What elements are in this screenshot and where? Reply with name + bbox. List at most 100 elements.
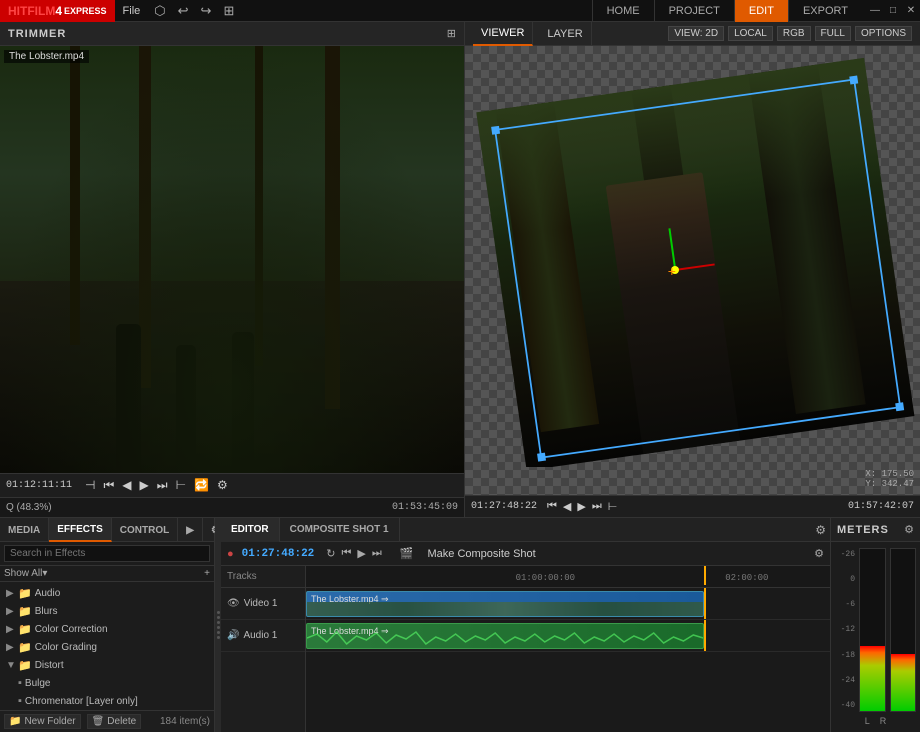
menu-icon1[interactable]: ⬡: [148, 0, 171, 22]
effects-add-icon[interactable]: +: [204, 568, 210, 579]
viewer-to-end-btn[interactable]: ⊢: [606, 499, 620, 514]
timeline-tracks-container: Tracks 👁 Video 1 🔊 Audio 1: [221, 566, 830, 732]
editor-settings-icon[interactable]: ⚙: [815, 523, 826, 537]
viewer-time-right: 01:57:42:07: [848, 501, 914, 512]
tree-item-blurs[interactable]: ▶ 📁 Blurs: [0, 602, 214, 620]
tl-settings-icon[interactable]: ⚙: [812, 547, 826, 560]
tab-media[interactable]: MEDIA: [0, 518, 49, 542]
tracks-header-label: Tracks: [221, 566, 305, 588]
local-control[interactable]: LOCAL: [728, 26, 773, 41]
view-2d-control[interactable]: VIEW: 2D: [668, 26, 724, 41]
drag-dot-3: [217, 621, 220, 624]
effects-tabs-bar: MEDIA EFFECTS CONTROL ▶ ⚙: [0, 518, 214, 542]
tree-item-color-grading[interactable]: ▶ 📁 Color Grading: [0, 638, 214, 656]
close-button[interactable]: ✕: [902, 2, 920, 20]
make-composite-label[interactable]: Make Composite Shot: [427, 548, 535, 560]
tab-effects[interactable]: EFFECTS: [49, 518, 112, 542]
track-labels-column: Tracks 👁 Video 1 🔊 Audio 1: [221, 566, 306, 732]
video-track-label: 👁 Video 1: [221, 588, 305, 620]
tab-control[interactable]: CONTROL: [112, 518, 178, 542]
loop-btn[interactable]: 🔁: [191, 478, 212, 493]
maximize-button[interactable]: □: [884, 2, 902, 20]
new-folder-label: New Folder: [24, 716, 75, 727]
viewer-prev-btn[interactable]: ◀: [561, 499, 573, 514]
meters-header-bar: METERS ⚙: [831, 518, 920, 542]
menu-file[interactable]: File: [115, 0, 149, 22]
menu-undo[interactable]: ↩: [172, 0, 195, 22]
viewer-tab-viewer[interactable]: VIEWER: [473, 22, 533, 46]
menu-grid[interactable]: ⊞: [217, 0, 240, 22]
drag-dot-5: [217, 631, 220, 634]
trimmer-header: TRIMMER ⊞: [0, 22, 464, 46]
tab-expand[interactable]: ▶: [178, 518, 203, 542]
trimmer-controls-bar: 01:12:11:11 ⊣ ⏮ ◀ ▶ ⏭ ⊢ 🔁 ⚙: [0, 473, 464, 497]
tree-item-audio[interactable]: ▶ 📁 Audio: [0, 584, 214, 602]
effects-footer: 📁 New Folder 🗑 Delete 184 item(s): [0, 710, 214, 732]
viewer-next-btn[interactable]: ⏭: [590, 499, 604, 514]
audio-speaker-icon[interactable]: 🔊: [227, 630, 239, 641]
options-control[interactable]: OPTIONS: [855, 26, 912, 41]
tree-item-bulge[interactable]: ▪ Bulge: [0, 674, 214, 692]
new-folder-button[interactable]: 📁 New Folder: [4, 714, 81, 729]
tl-next-btn[interactable]: ⏭: [370, 547, 384, 560]
tl-loop-icon[interactable]: ↻: [324, 547, 337, 560]
main-area: TRIMMER ⊞ The Lobst: [0, 22, 920, 517]
drag-dot-1: [217, 611, 220, 614]
trimmer-time-right: 01:53:45:09: [392, 502, 458, 513]
effects-filter-dropdown[interactable]: ▾: [42, 568, 47, 579]
effects-filter-label: Show All: [4, 568, 42, 579]
tab-editor[interactable]: EDITOR: [221, 518, 280, 542]
meters-content-area: -26 0 -6 -12 -18 -24 -40 L: [831, 542, 920, 732]
trim-to-out-btn[interactable]: ⊢: [173, 478, 189, 493]
meters-settings-icon[interactable]: ⚙: [904, 523, 914, 536]
meter-lr-labels: L R: [835, 714, 916, 728]
nav-tab-home[interactable]: HOME: [592, 0, 654, 22]
tree-item-distort[interactable]: ▼ 📁 Distort: [0, 656, 214, 674]
rgb-control[interactable]: RGB: [777, 26, 811, 41]
folder-blurs-icon: 📁: [18, 605, 32, 618]
record-btn[interactable]: ●: [225, 548, 236, 560]
viewer-tab-layer[interactable]: LAYER: [539, 22, 591, 46]
full-control[interactable]: FULL: [815, 26, 851, 41]
trimmer-panel: TRIMMER ⊞ The Lobst: [0, 22, 465, 517]
nav-tab-edit[interactable]: EDIT: [734, 0, 788, 22]
tree-item-color-correction[interactable]: ▶ 📁 Color Correction: [0, 620, 214, 638]
trimmer-expand-icon[interactable]: ⊞: [447, 27, 456, 40]
audio-track-row: The Lobster.mp4 ⇒: [306, 620, 830, 652]
nav-tab-project[interactable]: PROJECT: [654, 0, 734, 22]
meters-title-label: METERS: [837, 524, 889, 536]
tab-composite-shot[interactable]: COMPOSITE SHOT 1: [280, 518, 400, 542]
menu-items: File ⬡ ↩ ↪ ⊞: [115, 0, 241, 22]
tl-prev-btn[interactable]: ⏮: [340, 547, 354, 560]
nav-tabs: HOME PROJECT EDIT EXPORT: [592, 0, 862, 22]
play-btn[interactable]: ▶: [137, 478, 152, 493]
tl-composite-icon[interactable]: 🎬: [398, 547, 416, 560]
audio-clip-1[interactable]: The Lobster.mp4 ⇒: [306, 623, 704, 649]
video-playhead: [704, 588, 706, 619]
viewer-play-btn[interactable]: ▶: [575, 499, 587, 514]
folder-distort-icon: 📁: [18, 659, 32, 672]
video-eye-icon[interactable]: 👁: [227, 598, 240, 609]
meter-level-l: [860, 646, 885, 711]
minimize-button[interactable]: —: [866, 2, 884, 20]
prev-frame-btn[interactable]: ⏮: [100, 478, 117, 493]
settings-btn[interactable]: ⚙: [214, 478, 231, 493]
meter-bar-l: [859, 548, 886, 712]
viewer-to-start-btn[interactable]: ⏮: [545, 499, 559, 514]
drag-dot-4: [217, 626, 220, 629]
axis-plus-icon: +: [668, 263, 676, 279]
video-clip-1[interactable]: The Lobster.mp4 ⇒: [306, 591, 704, 617]
ruler-mark-1hr: 01:00:00:00: [516, 573, 575, 583]
effects-search-input[interactable]: [4, 545, 210, 562]
delete-button[interactable]: 🗑 Delete: [87, 714, 142, 729]
next-frame-btn[interactable]: ⏭: [154, 478, 171, 493]
scale-label-0: 0: [835, 575, 855, 584]
tl-right-options: ⚙: [812, 547, 826, 560]
play-reverse-btn[interactable]: ◀: [119, 478, 134, 493]
nav-tab-export[interactable]: EXPORT: [788, 0, 862, 22]
tree-item-chromenator[interactable]: ▪ Chromenator [Layer only]: [0, 692, 214, 710]
menu-redo[interactable]: ↪: [195, 0, 218, 22]
trim-to-in-btn[interactable]: ⊣: [82, 478, 98, 493]
trimmer-video-frame: The Lobster.mp4: [0, 46, 464, 473]
tl-play-btn[interactable]: ▶: [355, 547, 367, 560]
